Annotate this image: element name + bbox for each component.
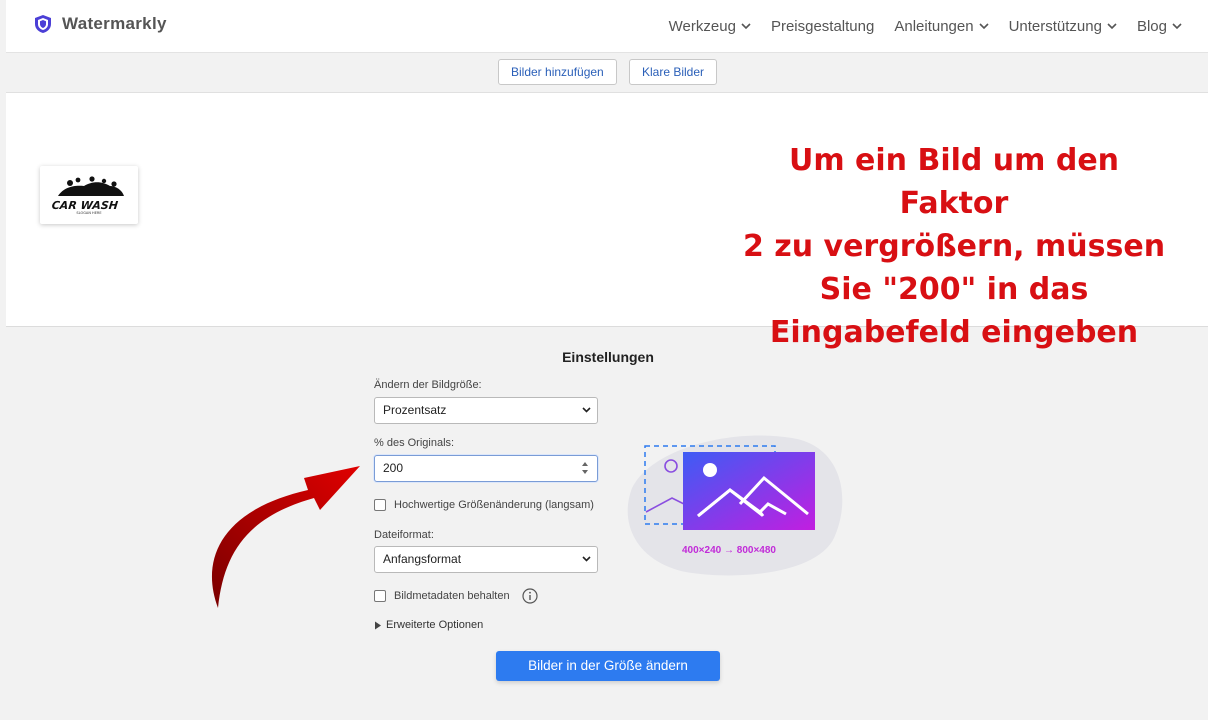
annotation-line: Eingabefeld eingeben [769, 315, 1139, 350]
nav-unterstuetzung[interactable]: Unterstützung [1009, 18, 1117, 35]
metadata-label: Bildmetadaten behalten [394, 590, 510, 602]
nav-anleitungen[interactable]: Anleitungen [894, 18, 989, 35]
spinner-icon[interactable] [581, 460, 589, 476]
chevron-down-icon [582, 407, 591, 413]
nav-preisgestaltung[interactable]: Preisgestaltung [771, 18, 874, 35]
top-navigation: Watermarkly Werkzeug Preisgestaltung Anl… [6, 0, 1208, 53]
advanced-options-toggle[interactable]: Erweiterte Optionen [374, 619, 483, 631]
dimensions-label: 400×240 → 800×480 [682, 545, 776, 556]
resize-images-button[interactable]: Bilder in der Größe ändern [496, 651, 720, 681]
add-images-button[interactable]: Bilder hinzufügen [498, 59, 617, 85]
instruction-annotation: Um ein Bild um den Faktor 2 zu vergrößer… [734, 139, 1174, 354]
metadata-checkbox[interactable] [374, 590, 386, 602]
nav-blog[interactable]: Blog [1137, 18, 1182, 35]
nav-label: Blog [1136, 18, 1167, 35]
file-format-value: Anfangsformat [383, 552, 462, 566]
shield-icon [35, 15, 51, 33]
chevron-down-icon [741, 23, 751, 30]
image-preview-area: CAR WASH SLOGAN HERE Um ein Bild um den … [6, 93, 1208, 350]
nav-label: Unterstützung [1008, 18, 1102, 35]
chevron-down-icon [582, 556, 591, 562]
resize-mode-value: Prozentsatz [383, 403, 447, 417]
annotation-line: 2 zu vergrößern, müssen [742, 229, 1166, 264]
hq-resize-checkbox[interactable] [374, 499, 386, 511]
nav-werkzeug[interactable]: Werkzeug [669, 18, 751, 35]
file-format-select[interactable]: Anfangsformat [374, 546, 598, 573]
triangle-right-icon [375, 621, 381, 629]
nav-label: Anleitungen [894, 18, 974, 35]
hq-resize-label: Hochwertige Größenänderung (langsam) [394, 499, 594, 511]
brand-name: Watermarkly [62, 14, 167, 33]
toolbar: Bilder hinzufügen Klare Bilder [6, 53, 1208, 93]
brand-logo[interactable]: Watermarkly [34, 14, 167, 34]
image-thumbnail[interactable]: CAR WASH SLOGAN HERE [40, 166, 138, 224]
resize-label: Ändern der Bildgröße: [374, 379, 482, 391]
percent-input[interactable]: 200 [374, 455, 598, 482]
format-label: Dateiformat: [374, 529, 434, 541]
main-nav: Werkzeug Preisgestaltung Anleitungen Unt… [669, 18, 1182, 35]
logo-slogan: SLOGAN HERE [76, 211, 101, 215]
annotation-line: Um ein Bild um den Faktor [788, 143, 1120, 221]
nav-label: Werkzeug [668, 18, 736, 35]
car-wash-logo: CAR WASH SLOGAN HERE [51, 176, 124, 215]
clear-images-button[interactable]: Klare Bilder [629, 59, 718, 85]
annotation-arrow [211, 466, 360, 608]
annotation-line: Sie "200" in das [819, 272, 1089, 307]
resize-mode-select[interactable]: Prozentsatz [374, 397, 598, 424]
chevron-down-icon [979, 23, 989, 30]
hq-resize-row: Hochwertige Größenänderung (langsam) [374, 499, 594, 511]
settings-title: Einstellungen [562, 349, 654, 365]
chevron-down-icon [1172, 23, 1182, 30]
chevron-down-icon [1107, 23, 1117, 30]
percent-label: % des Originals: [374, 437, 455, 449]
info-icon[interactable] [521, 588, 538, 604]
advanced-options-label: Erweiterte Optionen [386, 619, 484, 631]
metadata-row: Bildmetadaten behalten [374, 588, 538, 604]
nav-label: Preisgestaltung [770, 18, 875, 35]
percent-input-value: 200 [383, 461, 404, 475]
